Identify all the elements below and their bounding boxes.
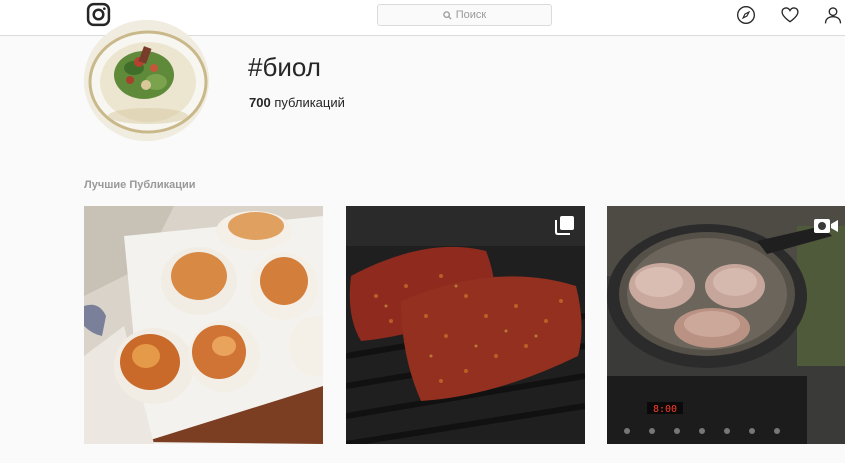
search-placeholder: Поиск	[455, 9, 487, 21]
post-thumbnail[interactable]: 8:00	[607, 206, 845, 444]
hashtag-title: #биол	[248, 52, 321, 82]
heart-icon[interactable]	[780, 5, 800, 25]
multiple-images-icon	[555, 216, 574, 235]
compass-icon[interactable]	[736, 5, 756, 25]
video-camera-icon	[814, 219, 838, 233]
instagram-logo-icon[interactable]	[86, 2, 111, 27]
profile-icon[interactable]	[823, 5, 843, 25]
post-count-label: публикаций	[270, 95, 345, 110]
search-box[interactable]: Поиск	[377, 4, 552, 26]
top-posts-heading: Лучшие Публикации	[84, 179, 196, 191]
stove-display-readout: 8:00	[653, 404, 677, 415]
search-icon	[443, 10, 452, 20]
hashtag-avatar	[84, 20, 209, 141]
post-thumbnail[interactable]	[84, 206, 323, 444]
post-thumbnail[interactable]	[346, 206, 585, 444]
post-count-number: 700	[249, 95, 271, 110]
post-count: 700 публикаций	[249, 95, 345, 110]
